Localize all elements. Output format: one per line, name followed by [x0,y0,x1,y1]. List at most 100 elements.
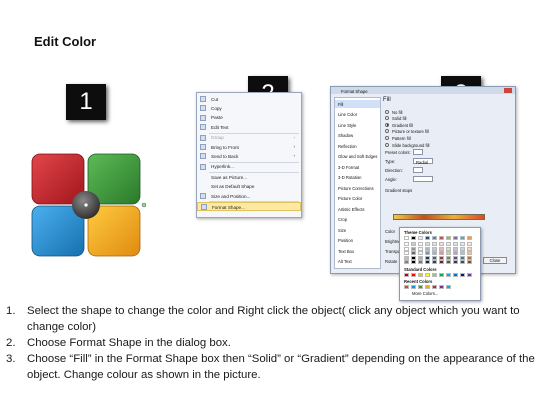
fill-option-radio[interactable]: Slide background fill [385,142,485,148]
color-swatch[interactable] [432,236,437,240]
menu-item[interactable]: Edit Text [197,123,301,132]
category-item[interactable]: Text Box [335,247,380,255]
color-swatch[interactable] [425,273,430,277]
color-swatch[interactable] [446,273,451,277]
color-swatch[interactable] [404,242,409,246]
color-swatch[interactable] [404,246,409,251]
color-swatch[interactable] [404,255,409,260]
color-swatch[interactable] [432,273,437,277]
color-swatch[interactable] [446,251,451,256]
menu-item[interactable]: Hyperlink... [197,163,301,172]
color-swatch[interactable] [425,285,430,289]
category-item[interactable]: 3-D Rotation [335,174,380,182]
color-swatch[interactable] [425,236,430,240]
color-swatch[interactable] [418,273,423,277]
category-item[interactable]: Picture Color [335,195,380,203]
direction-button[interactable] [413,167,423,173]
menu-item[interactable]: Send to Back › [197,152,301,161]
color-swatch[interactable] [446,236,451,240]
fill-option-radio[interactable]: No fill [385,109,485,115]
color-swatch[interactable] [418,255,423,260]
menu-item[interactable]: Group › [197,134,301,143]
color-swatch[interactable] [453,251,458,256]
color-swatch[interactable] [453,260,458,265]
color-swatch[interactable] [439,260,444,265]
color-swatch[interactable] [439,255,444,260]
color-swatch[interactable] [446,260,451,265]
menu-item[interactable]: Cut [197,95,301,104]
color-swatch[interactable] [432,251,437,256]
color-swatch[interactable] [460,251,465,256]
color-swatch[interactable] [453,242,458,246]
color-swatch[interactable] [411,242,416,246]
category-item[interactable]: Line Style [335,121,380,129]
color-swatch[interactable] [432,242,437,246]
color-swatch[interactable] [460,246,465,251]
fill-option-radio[interactable]: Pattern fill [385,135,485,141]
gradient-stops-bar[interactable] [393,214,485,220]
category-item[interactable]: 3-D Format [335,163,380,171]
color-swatch[interactable] [467,255,472,260]
color-swatch[interactable] [460,260,465,265]
color-swatch[interactable] [425,255,430,260]
fill-option-radio[interactable]: Solid fill [385,116,485,122]
menu-item[interactable]: Size and Position... [197,192,301,201]
color-swatch[interactable] [418,242,423,246]
color-swatch[interactable] [467,251,472,256]
fill-option-radio[interactable]: Picture or texture fill [385,129,485,135]
color-swatch[interactable] [418,246,423,251]
color-swatch[interactable] [446,255,451,260]
color-swatch[interactable] [425,242,430,246]
category-item[interactable]: Line Color [335,111,380,119]
category-item[interactable]: Alt Text [335,258,380,266]
color-swatch[interactable] [404,251,409,256]
color-swatch[interactable] [404,236,409,240]
category-item[interactable]: Size [335,226,380,234]
color-swatch[interactable] [439,242,444,246]
color-swatch[interactable] [432,260,437,265]
category-item[interactable]: Artistic Effects [335,205,380,213]
color-swatch[interactable] [446,285,451,289]
color-swatch[interactable] [425,260,430,265]
color-swatch[interactable] [467,260,472,265]
color-swatch[interactable] [411,251,416,256]
menu-item[interactable]: Format Shape... [197,202,301,212]
color-swatch[interactable] [467,246,472,251]
more-colors-link[interactable]: More Colors... [412,291,438,296]
menu-item[interactable]: Copy [197,104,301,113]
menu-item[interactable]: Save as Picture... [197,173,301,182]
category-item[interactable]: Position [335,237,380,245]
color-swatch[interactable] [411,246,416,251]
color-swatch[interactable] [425,246,430,251]
category-item[interactable]: Reflection [335,142,380,150]
color-swatch[interactable] [418,285,423,289]
preset-colors-button[interactable] [413,149,423,155]
color-swatch[interactable] [425,251,430,256]
color-swatch[interactable] [446,246,451,251]
category-item[interactable]: Fill [335,100,380,108]
category-item[interactable]: Shadow [335,132,380,140]
type-select[interactable]: Radial [413,158,433,165]
color-swatch[interactable] [439,285,444,289]
color-swatch[interactable] [404,260,409,265]
color-swatch[interactable] [404,285,409,289]
category-item[interactable]: Glow and Soft Edges [335,153,380,161]
menu-item[interactable]: Bring to Front › [197,143,301,152]
fill-option-radio[interactable]: Gradient fill [385,122,485,128]
menu-item[interactable]: Set as Default Shape [197,183,301,192]
color-swatch[interactable] [453,273,458,277]
category-item[interactable]: Picture Corrections [335,184,380,192]
color-swatch[interactable] [432,285,437,289]
color-swatch[interactable] [460,273,465,277]
angle-input[interactable] [413,176,433,182]
color-swatch[interactable] [460,242,465,246]
close-button[interactable]: Close [483,257,507,264]
color-swatch[interactable] [439,273,444,277]
color-swatch[interactable] [418,251,423,256]
color-swatch[interactable] [411,273,416,277]
color-swatch[interactable] [432,255,437,260]
color-swatch[interactable] [467,242,472,246]
color-swatch[interactable] [411,260,416,265]
color-swatch[interactable] [439,246,444,251]
color-swatch[interactable] [446,242,451,246]
